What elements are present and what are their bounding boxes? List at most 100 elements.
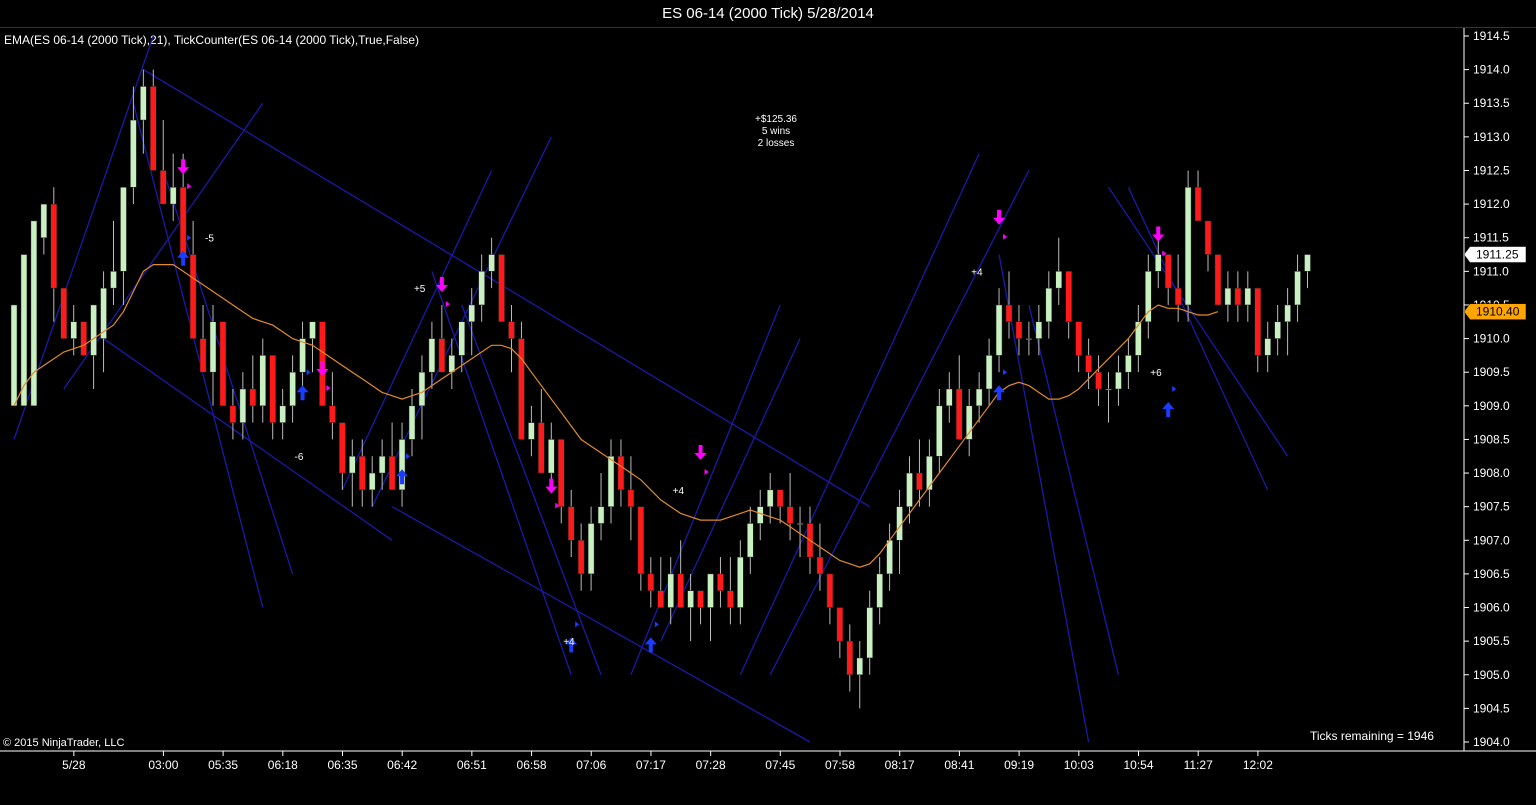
x-tick-label: 07:45 bbox=[765, 758, 795, 772]
candle-body bbox=[866, 607, 873, 659]
candle-body bbox=[528, 422, 535, 440]
long-entry-marker bbox=[306, 369, 311, 376]
x-tick-label: 05:35 bbox=[208, 758, 238, 772]
short-arrow-icon bbox=[1152, 226, 1165, 242]
candle-body bbox=[30, 220, 38, 407]
long-arrow-icon bbox=[1162, 402, 1175, 417]
candle-body bbox=[120, 187, 127, 272]
candle-body bbox=[1164, 254, 1172, 289]
trade-pnl-label: +4 bbox=[971, 267, 983, 278]
candle-body bbox=[946, 388, 953, 407]
short-arrow-icon bbox=[316, 361, 329, 376]
plot-layer bbox=[10, 35, 1311, 743]
candle-body bbox=[587, 523, 595, 575]
y-tick-label: 1908.0 bbox=[1473, 466, 1510, 480]
candle-body bbox=[597, 506, 605, 524]
ema-price-label: 1910.40 bbox=[1476, 305, 1520, 319]
y-tick-label: 1912.5 bbox=[1473, 163, 1510, 177]
trade-pnl-label: -6 bbox=[295, 452, 304, 463]
candle-body bbox=[1274, 321, 1281, 339]
short-arrow-icon bbox=[545, 478, 558, 494]
trendline bbox=[630, 304, 781, 676]
candle-body bbox=[1214, 254, 1222, 306]
y-tick-label: 1906.5 bbox=[1473, 567, 1510, 581]
x-tick-label: 12:02 bbox=[1243, 758, 1273, 772]
y-tick-label: 1908.5 bbox=[1473, 432, 1510, 446]
candle-body bbox=[418, 371, 426, 407]
ticks-remaining: Ticks remaining = 1946 bbox=[1310, 729, 1434, 743]
candle-body bbox=[647, 573, 655, 591]
trendline bbox=[132, 103, 264, 608]
candle-body bbox=[1254, 287, 1261, 356]
y-tick-label: 1904.0 bbox=[1473, 735, 1510, 749]
candle-body bbox=[707, 573, 714, 608]
y-tick-label: 1913.0 bbox=[1473, 130, 1510, 144]
last-price-label: 1911.25 bbox=[1476, 248, 1519, 262]
candle-body bbox=[10, 304, 18, 407]
trendline bbox=[769, 170, 1030, 676]
candle-body bbox=[687, 590, 694, 608]
stats-pnl: +$125.36 bbox=[755, 114, 797, 125]
candle-body bbox=[906, 472, 913, 507]
candle-body bbox=[339, 422, 346, 474]
candle-body bbox=[965, 405, 973, 440]
candle-body bbox=[1294, 271, 1301, 306]
x-tick-label: 08:17 bbox=[885, 758, 915, 772]
candle-body bbox=[757, 506, 764, 524]
candle-body bbox=[130, 119, 137, 188]
candle-body bbox=[826, 573, 834, 608]
candle-body bbox=[279, 405, 286, 423]
x-tick-label: 11:27 bbox=[1184, 758, 1213, 772]
candle-body bbox=[717, 573, 724, 591]
candle-body bbox=[548, 439, 555, 474]
candle-body bbox=[1085, 355, 1092, 373]
long-entry-marker bbox=[654, 621, 659, 628]
candle-body bbox=[80, 321, 87, 356]
candle-body bbox=[1125, 355, 1132, 373]
candle-body bbox=[309, 321, 316, 339]
x-tick-label: 07:28 bbox=[696, 758, 726, 772]
candle-body bbox=[189, 254, 197, 339]
long-arrow-icon bbox=[296, 385, 309, 401]
candle-body bbox=[50, 203, 58, 289]
short-arrow-icon bbox=[694, 445, 707, 461]
candle-body bbox=[359, 455, 366, 491]
trendline bbox=[461, 304, 602, 675]
candle-body bbox=[846, 640, 854, 676]
candle-body bbox=[1115, 371, 1122, 390]
candle-body bbox=[150, 86, 157, 171]
candle-body bbox=[577, 540, 585, 575]
x-tick-label: 06:42 bbox=[387, 758, 417, 772]
y-tick-label: 1911.5 bbox=[1473, 231, 1509, 245]
trendline bbox=[341, 170, 493, 491]
long-entry-marker bbox=[187, 234, 192, 241]
candle-body bbox=[1284, 304, 1291, 323]
candle-body bbox=[558, 439, 565, 507]
x-tick-label: 06:35 bbox=[327, 758, 357, 772]
candle-body bbox=[458, 321, 465, 356]
candle-body bbox=[468, 304, 475, 323]
trendline bbox=[103, 338, 393, 541]
y-tick-label: 1907.0 bbox=[1473, 533, 1510, 547]
candle-body bbox=[1204, 220, 1212, 255]
x-tick-label: 10:54 bbox=[1123, 758, 1153, 772]
candle-body bbox=[1035, 321, 1043, 339]
candle-body bbox=[110, 271, 117, 289]
candle-body bbox=[438, 338, 446, 373]
stats-wins: 5 wins bbox=[761, 126, 791, 137]
candle-body bbox=[926, 455, 933, 491]
candle-body bbox=[985, 355, 993, 390]
candle-body bbox=[657, 590, 664, 608]
candle-body bbox=[1025, 338, 1033, 340]
candle-body bbox=[508, 321, 515, 339]
candle-body bbox=[1174, 287, 1182, 306]
y-tick-label: 1914.5 bbox=[1473, 29, 1510, 43]
short-entry-marker bbox=[187, 183, 192, 190]
candle-body bbox=[876, 573, 883, 608]
x-tick-label: 06:58 bbox=[517, 758, 547, 772]
candle-body bbox=[1005, 304, 1013, 323]
short-entry-marker bbox=[445, 300, 450, 307]
trendline bbox=[739, 153, 980, 676]
candle-body bbox=[995, 304, 1003, 356]
candle-body bbox=[229, 405, 237, 423]
